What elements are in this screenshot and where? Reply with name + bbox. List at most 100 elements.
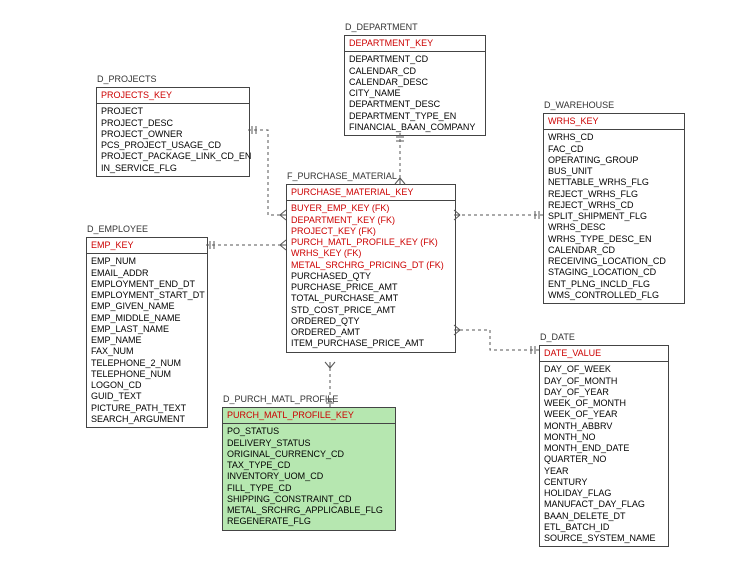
entity-title: D_DEPARTMENT (345, 22, 418, 33)
entity-col: TOTAL_PURCHASE_AMT (291, 293, 451, 304)
entity-col: EMP_GIVEN_NAME (91, 301, 203, 312)
entity-pk: PROJECTS_KEY (97, 88, 249, 104)
entity-col: PROJECT (101, 106, 245, 117)
entity-col: REJECT_WRHS_CD (548, 200, 680, 211)
entity-col: PROJECT_PACKAGE_LINK_CD_EN (101, 151, 245, 162)
entity-col: DEPARTMENT_DESC (349, 99, 481, 110)
entity-title: D_DATE (540, 332, 575, 343)
entity-fk: BUYER_EMP_KEY (FK) (291, 203, 451, 214)
entity-col: FAC_CD (548, 144, 680, 155)
entity-title: D_PROJECTS (97, 74, 157, 85)
entity-f-purchase-material: F_PURCHASE_MATERIAL PURCHASE_MATERIAL_KE… (286, 184, 456, 353)
entity-title: D_PURCH_MATL_PROFILE (223, 394, 338, 405)
entity-col: BAAN_DELETE_DT (544, 511, 664, 522)
entity-col: ITEM_PURCHASE_PRICE_AMT (291, 338, 451, 349)
entity-title: F_PURCHASE_MATERIAL (287, 171, 397, 182)
entity-col: SPLIT_SHIPMENT_FLG (548, 211, 680, 222)
entity-col: IN_SERVICE_FLG (101, 163, 245, 174)
entity-fk: PROJECT_KEY (FK) (291, 226, 451, 237)
entity-pk: PURCH_MATL_PROFILE_KEY (223, 408, 395, 424)
entity-d-employee: D_EMPLOYEE EMP_KEY EMP_NUM EMAIL_ADDR EM… (86, 237, 208, 428)
entity-fk: DEPARTMENT_KEY (FK) (291, 215, 451, 226)
entity-col: PURCHASE_PRICE_AMT (291, 282, 451, 293)
tick-icon (396, 137, 404, 141)
entity-col: ENT_PLNG_INCLD_FLG (548, 279, 680, 290)
entity-col: OPERATING_GROUP (548, 155, 680, 166)
entity-col: WMS_CONTROLLED_FLG (548, 290, 680, 301)
entity-col: ORDERED_AMT (291, 327, 451, 338)
entity-col: TELEPHONE_NUM (91, 369, 203, 380)
entity-fk: PURCH_MATL_PROFILE_KEY (FK) (291, 237, 451, 248)
entity-col: FAX_NUM (91, 346, 203, 357)
entity-col: METAL_SRCHRG_APPLICABLE_FLG (227, 505, 391, 516)
entity-col: MONTH_ABBRV (544, 421, 664, 432)
entity-title: D_WAREHOUSE (544, 100, 614, 111)
entity-col: WEEK_OF_YEAR (544, 409, 664, 420)
entity-body-projects: PROJECT PROJECT_DESC PROJECT_OWNER PCS_P… (97, 104, 249, 176)
entity-col: FINANCIAL_BAAN_COMPANY (349, 122, 481, 133)
entity-col: NETTABLE_WRHS_FLG (548, 177, 680, 188)
entity-col: DELIVERY_STATUS (227, 438, 391, 449)
entity-col: EMP_NUM (91, 256, 203, 267)
entity-col: DAY_OF_WEEK (544, 364, 664, 375)
entity-col: WRHS_TYPE_DESC_EN (548, 234, 680, 245)
erd-canvas: D_PROJECTS PROJECTS_KEY PROJECT PROJECT_… (0, 0, 733, 563)
entity-body-date: DAY_OF_WEEK DAY_OF_MONTH DAY_OF_YEAR WEE… (540, 362, 668, 546)
entity-col: MANUFACT_DAY_FLAG (544, 499, 664, 510)
entity-col: CITY_NAME (349, 88, 481, 99)
entity-col: ETL_BATCH_ID (544, 522, 664, 533)
entity-col: SEARCH_ARGUMENT (91, 414, 203, 425)
entity-col: WRHS_DESC (548, 222, 680, 233)
entity-col: PCS_PROJECT_USAGE_CD (101, 140, 245, 151)
entity-col: EMPLOYMENT_START_DT (91, 290, 203, 301)
entity-body-fact: BUYER_EMP_KEY (FK) DEPARTMENT_KEY (FK) P… (287, 201, 455, 351)
entity-pk: EMP_KEY (87, 238, 207, 254)
entity-fk: WRHS_KEY (FK) (291, 248, 451, 259)
entity-col: STAGING_LOCATION_CD (548, 267, 680, 278)
entity-d-department: D_DEPARTMENT DEPARTMENT_KEY DEPARTMENT_C… (344, 35, 486, 136)
entity-col: STD_COST_PRICE_AMT (291, 305, 451, 316)
entity-col: EMAIL_ADDR (91, 268, 203, 279)
entity-d-projects: D_PROJECTS PROJECTS_KEY PROJECT PROJECT_… (96, 87, 250, 177)
entity-col: DEPARTMENT_TYPE_EN (349, 111, 481, 122)
entity-col: QUARTER_NO (544, 454, 664, 465)
entity-col: INVENTORY_UOM_CD (227, 471, 391, 482)
entity-col: DAY_OF_MONTH (544, 376, 664, 387)
entity-col: DAY_OF_YEAR (544, 387, 664, 398)
entity-body-employee: EMP_NUM EMAIL_ADDR EMPLOYMENT_END_DT EMP… (87, 254, 207, 427)
tick-icon (252, 126, 256, 134)
entity-col: EMPLOYMENT_END_DT (91, 279, 203, 290)
entity-col: MONTH_END_DATE (544, 443, 664, 454)
entity-col: EMP_MIDDLE_NAME (91, 313, 203, 324)
entity-title: D_EMPLOYEE (87, 224, 148, 235)
entity-col: HOLIDAY_FLAG (544, 488, 664, 499)
tick-icon (531, 346, 535, 354)
entity-col: REJECT_WRHS_FLG (548, 189, 680, 200)
rel-projects-fact (248, 130, 286, 215)
entity-col: MONTH_NO (544, 432, 664, 443)
entity-body-department: DEPARTMENT_CD CALENDAR_CD CALENDAR_DESC … (345, 52, 485, 135)
entity-col: CALENDAR_CD (548, 245, 680, 256)
entity-col: RECEIVING_LOCATION_CD (548, 256, 680, 267)
entity-d-purch-matl-profile: D_PURCH_MATL_PROFILE PURCH_MATL_PROFILE_… (222, 407, 396, 531)
entity-col: PO_STATUS (227, 426, 391, 437)
entity-col: EMP_NAME (91, 335, 203, 346)
entity-pk: DATE_VALUE (540, 346, 668, 362)
entity-col: REGENERATE_FLG (227, 516, 391, 527)
entity-col: CENTURY (544, 477, 664, 488)
entity-col: GUID_TEXT (91, 391, 203, 402)
tick-icon (535, 211, 539, 219)
entity-col: FILL_TYPE_CD (227, 483, 391, 494)
crowfoot-icon (325, 362, 335, 368)
entity-pk: WRHS_KEY (544, 114, 684, 130)
entity-col: PURCHASED_QTY (291, 271, 451, 282)
entity-body-profile: PO_STATUS DELIVERY_STATUS ORIGINAL_CURRE… (223, 424, 395, 529)
entity-fk: METAL_SRCHRG_PRICING_DT (FK) (291, 260, 451, 271)
entity-col: TAX_TYPE_CD (227, 460, 391, 471)
entity-col: BUS_UNIT (548, 166, 680, 177)
entity-col: ORIGINAL_CURRENCY_CD (227, 449, 391, 460)
entity-col: ORDERED_QTY (291, 316, 451, 327)
entity-pk: PURCHASE_MATERIAL_KEY (287, 185, 455, 201)
tick-icon (210, 241, 214, 249)
entity-col: PICTURE_PATH_TEXT (91, 403, 203, 414)
